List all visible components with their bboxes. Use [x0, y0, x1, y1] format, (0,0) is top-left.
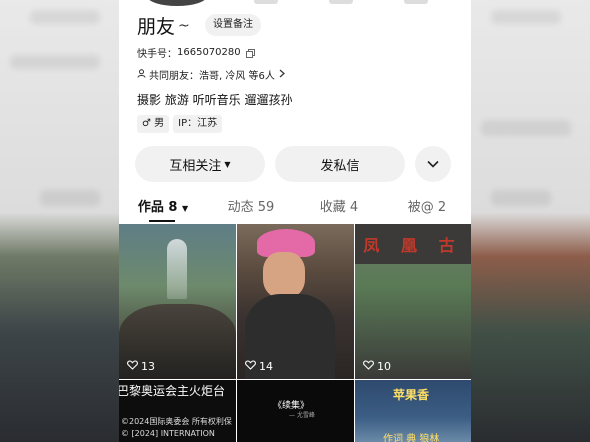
more-dropdown-button[interactable]	[415, 146, 451, 182]
tab-moments[interactable]: 动态 59	[207, 196, 295, 220]
action-buttons: 互相关注 ▼ 发私信	[135, 146, 455, 182]
active-tab-indicator	[149, 220, 175, 222]
mutual-follow-button[interactable]: 互相关注 ▼	[135, 146, 265, 182]
likes-count: 14	[259, 360, 273, 373]
tab-mentioned[interactable]: 被@ 2	[383, 196, 471, 220]
profile-name-text: 朋友	[137, 16, 176, 38]
likes-badge: 14	[245, 360, 273, 373]
header-stub	[119, 0, 471, 6]
post-caption: 苹果香	[393, 388, 430, 402]
posts-grid: 13 14 凤 凰 古 10 巴黎奥运会主火炬台 ©2024国际奥委会 所有权利…	[119, 224, 471, 442]
user-id-value: 1665070280	[177, 47, 241, 58]
chevron-down-icon	[427, 157, 439, 172]
male-icon: ♂	[142, 118, 155, 129]
chevron-right-icon	[279, 69, 285, 81]
caret-down-icon: ▼	[224, 159, 231, 169]
post-subcaption: — 尤雪峰	[289, 412, 315, 419]
post-tile[interactable]: 14	[237, 224, 354, 379]
avatar[interactable]	[147, 0, 207, 6]
gender-tag: ♂ 男	[137, 115, 170, 133]
content-tabs: 作品 8 ▼ 动态 59 收藏 4 被@ 2	[119, 196, 471, 220]
blurred-background-right	[471, 0, 590, 442]
heart-icon	[245, 360, 256, 373]
profile-screen: 朋友 ~ 设置备注 快手号： 1665070280 共同朋友： 浩哥, 冷风 等…	[119, 0, 471, 442]
profile-name-suffix: ~	[178, 17, 190, 34]
stat-stub	[254, 0, 278, 4]
gate-sign-text: 凤 凰 古	[363, 236, 463, 255]
set-remark-button[interactable]: 设置备注	[205, 14, 261, 36]
blurred-background-left	[0, 0, 119, 442]
likes-badge: 13	[127, 360, 155, 373]
post-tile[interactable]: 《续集》 — 尤雪峰	[237, 380, 354, 442]
copy-icon[interactable]	[245, 48, 255, 58]
post-tile[interactable]: 苹果香 作词 典 狼林	[355, 380, 471, 442]
heart-icon	[127, 360, 138, 373]
post-tile[interactable]: 巴黎奥运会主火炬台 ©2024国际奥委会 所有权利保 © [2024] INTE…	[119, 380, 236, 442]
stat-stub	[404, 0, 428, 4]
tab-works[interactable]: 作品 8 ▼	[119, 196, 207, 220]
likes-count: 10	[377, 360, 391, 373]
face-shape	[263, 252, 305, 298]
post-subcaption: ©2024国际奥委会 所有权利保	[121, 417, 232, 426]
ip-location-tag: IP：江苏	[173, 115, 223, 133]
likes-badge: 10	[363, 360, 391, 373]
caret-down-icon: ▼	[181, 204, 189, 213]
fountain-shape	[167, 239, 187, 299]
profile-name: 朋友 ~	[137, 12, 190, 39]
person-icon	[137, 68, 146, 81]
post-tile[interactable]: 凤 凰 古 10	[355, 224, 471, 379]
mutual-follow-label: 互相关注	[169, 158, 222, 174]
post-subcaption: 作词 典 狼林	[383, 434, 440, 442]
user-id-row: 快手号： 1665070280	[137, 45, 255, 60]
profile-bio: 摄影 旅游 听听音乐 遛遛孩孙	[137, 93, 293, 107]
mutual-friends-value: 浩哥, 冷风 等6人	[199, 71, 275, 82]
tab-works-label: 作品 8	[137, 200, 178, 215]
post-tile[interactable]: 13	[119, 224, 236, 379]
mutual-friends-label: 共同朋友：	[149, 71, 199, 82]
gender-text: 男	[154, 118, 165, 129]
post-caption: 巴黎奥运会主火炬台	[119, 384, 226, 398]
likes-count: 13	[141, 360, 155, 373]
heart-icon	[363, 360, 374, 373]
stat-stub	[329, 0, 353, 4]
post-subcaption-2: © [2024] INTERNATION	[121, 429, 215, 438]
profile-tags: ♂ 男 IP：江苏	[137, 115, 223, 133]
user-id-label: 快手号：	[137, 49, 177, 60]
send-message-button[interactable]: 发私信	[275, 146, 405, 182]
tab-favorites[interactable]: 收藏 4	[295, 196, 383, 220]
gate-sign: 凤 凰 古	[355, 224, 471, 264]
mutual-friends-row[interactable]: 共同朋友： 浩哥, 冷风 等6人	[137, 67, 285, 82]
